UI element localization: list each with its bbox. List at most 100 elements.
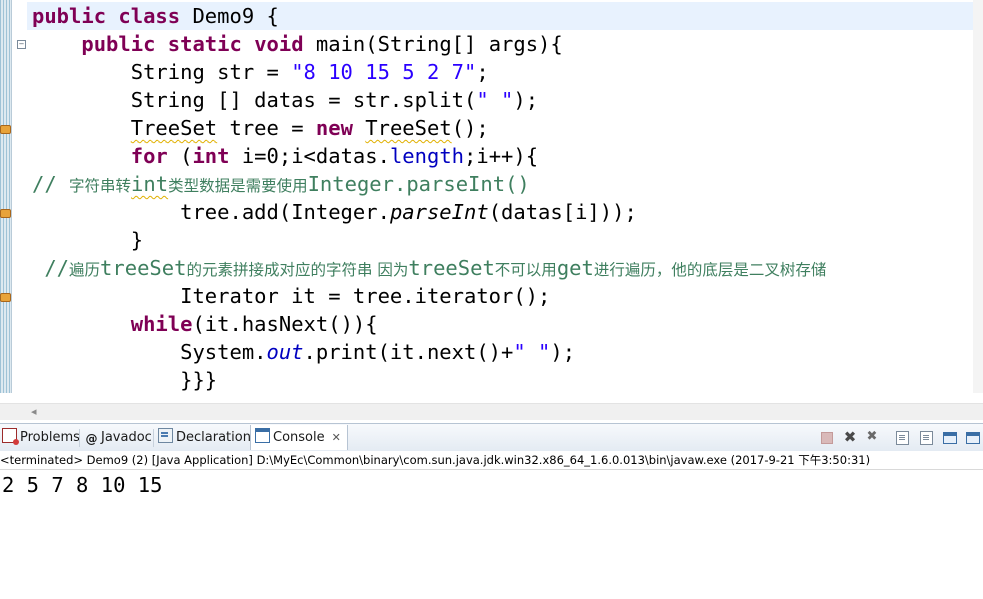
code-token: Demo9 {	[180, 4, 279, 28]
code-token: length	[389, 144, 465, 168]
fold-collapse-icon[interactable]: −	[17, 40, 26, 49]
code-editor[interactable]: − public class Demo9 { public static voi…	[0, 0, 983, 420]
code-token: static	[167, 32, 242, 56]
overview-ruler	[973, 0, 983, 393]
view-tab-bar: Problems @ Javadoc Declaration Console ✕ ✖…	[0, 423, 983, 452]
console-output[interactable]: 2 5 7 8 10 15	[2, 471, 162, 499]
code-line[interactable]: for (int i=0;i<datas.length;i++){	[32, 142, 538, 170]
code-token: (it.hasNext()){	[192, 312, 378, 336]
code-token: }}}	[32, 368, 218, 392]
code-token: 类型数据是需要使用	[168, 177, 308, 195]
code-token: " "	[476, 88, 514, 112]
code-token: parseInt	[389, 200, 489, 224]
code-token: ;	[476, 60, 489, 84]
tab-label: Problems	[20, 430, 80, 445]
code-token: void	[254, 32, 304, 56]
code-token: .print(it.next()+	[303, 340, 514, 364]
code-line[interactable]: // 字符串转int类型数据是需要使用Integer.parseInt()	[32, 170, 530, 198]
code-line[interactable]: String str = "8 10 15 5 2 7";	[32, 58, 489, 86]
tab-label: Console	[273, 430, 325, 445]
code-token: int	[131, 172, 169, 196]
remove-all-terminated-icon[interactable]: ✖	[865, 430, 879, 444]
code-token: treeSet	[408, 256, 495, 280]
code-token: }	[32, 228, 144, 252]
tab-separator	[153, 429, 154, 447]
code-line[interactable]: while(it.hasNext()){	[32, 310, 378, 338]
code-token: 不可以用	[494, 261, 557, 279]
code-line[interactable]: System.out.print(it.next()+" ");	[32, 338, 575, 366]
code-token: get	[556, 256, 594, 280]
show-console-icon[interactable]	[920, 431, 933, 445]
code-line[interactable]: tree.add(Integer.parseInt(datas[i]));	[32, 198, 637, 226]
code-token: //	[32, 172, 70, 196]
code-token: public	[32, 4, 107, 28]
pin-console-icon[interactable]	[943, 432, 957, 444]
code-token: i=0;i<datas.	[229, 144, 390, 168]
scroll-lock-icon[interactable]	[896, 431, 909, 445]
code-line[interactable]: //遍历treeSet的元素拼接成对应的字符串 因为treeSet不可以用get…	[32, 254, 826, 282]
console-icon	[255, 428, 270, 443]
declaration-icon	[158, 428, 173, 443]
code-token: out	[266, 340, 304, 364]
code-token: while	[130, 312, 193, 336]
tab-problems[interactable]: Problems	[2, 425, 80, 450]
warning-marker-icon[interactable]	[0, 123, 11, 134]
console-status-line: <terminated> Demo9 (2) [Java Application…	[0, 451, 983, 470]
code-line[interactable]: }	[32, 226, 143, 254]
code-token: //	[32, 256, 70, 280]
code-token: int	[192, 144, 230, 168]
close-icon[interactable]: ✕	[332, 425, 341, 450]
code-line[interactable]: String [] datas = str.split(" ");	[32, 86, 538, 114]
warning-marker-icon[interactable]	[0, 291, 11, 302]
display-selected-console-icon[interactable]	[966, 432, 980, 444]
tab-declaration[interactable]: Declaration	[158, 425, 251, 450]
terminate-icon[interactable]	[821, 432, 833, 444]
code-token: new	[315, 116, 353, 140]
tab-javadoc[interactable]: @ Javadoc	[85, 425, 152, 450]
tab-console[interactable]: Console ✕	[250, 425, 348, 450]
code-token: 遍历	[69, 261, 101, 279]
tab-separator	[79, 429, 80, 447]
scroll-left-icon[interactable]: ◂	[31, 404, 37, 420]
code-line[interactable]: TreeSet tree = new TreeSet();	[32, 114, 489, 142]
code-token: for	[130, 144, 168, 168]
code-token: "8 10 15 5 2 7"	[291, 60, 477, 84]
code-line[interactable]: Iterator it = tree.iterator();	[32, 282, 550, 310]
tab-label: Javadoc	[101, 430, 152, 445]
tab-label: Declaration	[176, 430, 251, 445]
code-token: ;i++){	[464, 144, 539, 168]
javadoc-icon: @	[85, 432, 98, 446]
code-line[interactable]: public class Demo9 {	[32, 2, 279, 30]
warning-marker-icon[interactable]	[0, 207, 11, 218]
code-token: public	[81, 32, 156, 56]
code-line[interactable]: public static void main(String[] args){	[32, 30, 563, 58]
code-token: (datas[i]));	[488, 200, 637, 224]
code-token: treeSet	[100, 256, 187, 280]
code-token: Iterator it = tree.iterator();	[32, 284, 551, 308]
code-token: String str =	[32, 60, 292, 84]
remove-launch-icon[interactable]: ✖	[843, 430, 857, 445]
code-token: class	[118, 4, 181, 28]
code-token: TreeSet	[365, 116, 452, 140]
code-token: (	[167, 144, 193, 168]
code-token: String [] datas = str.split(	[32, 88, 477, 112]
code-token: main(String[] args){	[303, 32, 563, 56]
code-token: ();	[451, 116, 489, 140]
code-line[interactable]: }}}	[32, 366, 217, 394]
code-token: tree.add(Integer.	[180, 200, 390, 224]
code-token: 进行遍历，他的底层是二叉树存储	[593, 261, 827, 279]
code-token: System.	[32, 340, 267, 364]
horizontal-scrollbar[interactable]: ◂	[0, 403, 983, 420]
code-token: );	[550, 340, 576, 364]
code-token: " "	[513, 340, 551, 364]
code-token: tree =	[217, 116, 316, 140]
problems-icon	[2, 428, 19, 445]
